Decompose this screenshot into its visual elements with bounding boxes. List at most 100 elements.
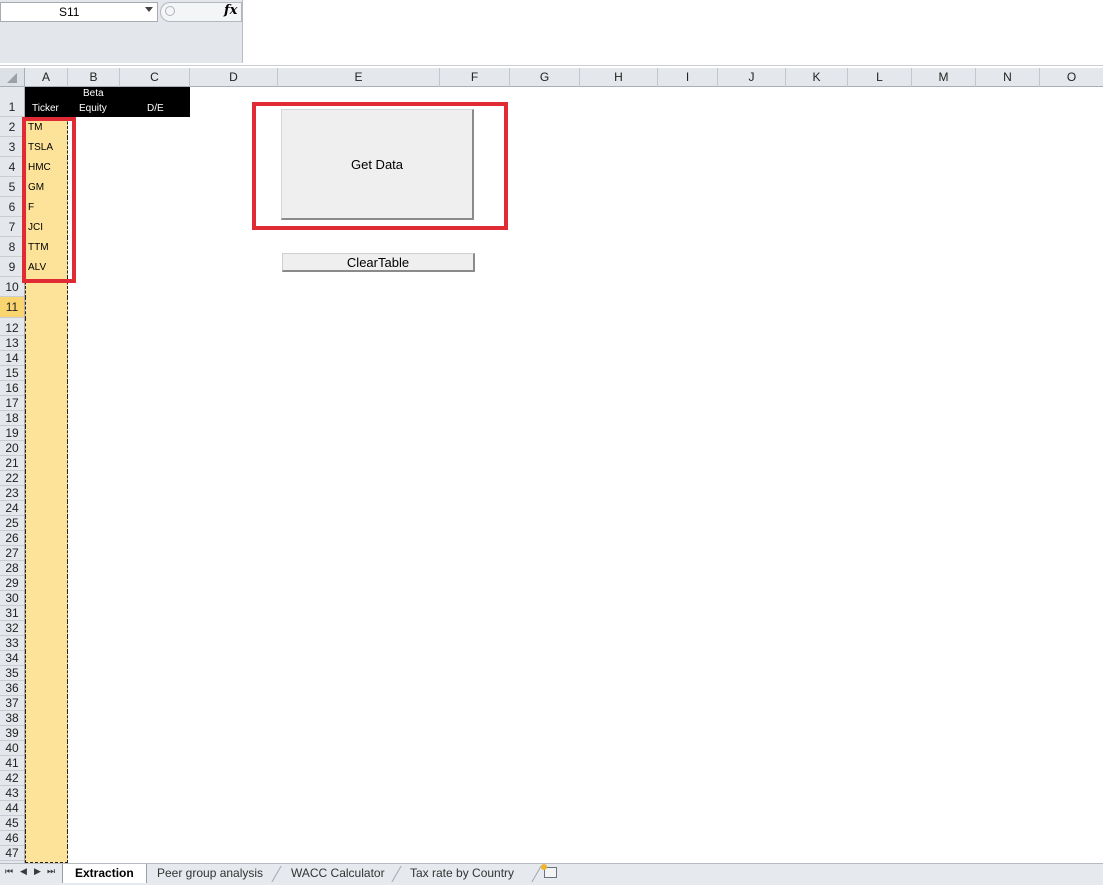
ticker-input-cell[interactable] [25, 411, 68, 427]
row-header[interactable]: 38 [0, 711, 24, 726]
insert-function-icon[interactable]: fx [224, 3, 237, 18]
ticker-input-cell[interactable] [25, 501, 68, 517]
column-header-d[interactable]: D [190, 68, 278, 87]
row-header[interactable]: 23 [0, 486, 24, 501]
row-header[interactable]: 31 [0, 606, 24, 621]
sheet-tab-extraction[interactable]: Extraction [62, 864, 147, 883]
row-header[interactable]: 7 [0, 217, 24, 237]
row-header[interactable]: 4 [0, 157, 24, 177]
row-header[interactable]: 34 [0, 651, 24, 666]
row-header[interactable]: 16 [0, 381, 24, 396]
row-header[interactable]: 12 [0, 318, 24, 336]
chevron-down-icon[interactable] [145, 7, 153, 12]
row-header[interactable]: 30 [0, 591, 24, 606]
row-header[interactable]: 9 [0, 257, 24, 277]
ticker-input-cell[interactable] [25, 621, 68, 637]
ticker-input-cell[interactable] [25, 726, 68, 742]
row-header[interactable]: 42 [0, 771, 24, 786]
ticker-input-cell[interactable] [25, 786, 68, 802]
ticker-input-cell[interactable] [25, 561, 68, 577]
ticker-input-cell[interactable] [25, 456, 68, 472]
expand-handle-icon[interactable] [165, 6, 175, 16]
ticker-input-cell[interactable] [25, 591, 68, 607]
row-header[interactable]: 41 [0, 756, 24, 771]
ticker-input-cell[interactable] [25, 681, 68, 697]
get-data-button[interactable]: Get Data [281, 109, 474, 220]
row-header-active[interactable]: 11 [0, 297, 24, 318]
column-header-c[interactable]: C [120, 68, 190, 87]
row-header[interactable]: 39 [0, 726, 24, 741]
first-sheet-icon[interactable]: ⏮ [5, 866, 13, 877]
ticker-input-cell[interactable] [25, 741, 68, 757]
column-header-a[interactable]: A [25, 68, 68, 87]
ticker-input-cell[interactable] [25, 297, 68, 319]
column-header-m[interactable]: M [912, 68, 976, 87]
ticker-input-cell[interactable] [25, 666, 68, 682]
row-header[interactable]: 33 [0, 636, 24, 651]
ticker-input-cell[interactable] [25, 516, 68, 532]
column-header-e[interactable]: E [278, 68, 440, 87]
row-header[interactable]: 22 [0, 471, 24, 486]
ticker-input-cell[interactable] [25, 546, 68, 562]
row-header[interactable]: 21 [0, 456, 24, 471]
ticker-input-cell[interactable] [25, 696, 68, 712]
ticker-input-cell[interactable] [25, 636, 68, 652]
column-header-g[interactable]: G [510, 68, 580, 87]
column-header-b[interactable]: B [68, 68, 120, 87]
row-header[interactable]: 15 [0, 366, 24, 381]
row-header[interactable]: 37 [0, 696, 24, 711]
column-header-l[interactable]: L [848, 68, 912, 87]
column-header-n[interactable]: N [976, 68, 1040, 87]
row-header[interactable]: 2 [0, 117, 24, 137]
ticker-input-cell[interactable] [25, 441, 68, 457]
ticker-input-cell[interactable] [25, 651, 68, 667]
header-cell-beta-equity[interactable]: Beta Equity [68, 87, 120, 117]
ticker-input-cell[interactable] [25, 351, 68, 367]
row-header[interactable]: 47 [0, 846, 24, 861]
column-header-k[interactable]: K [786, 68, 848, 87]
row-header[interactable]: 44 [0, 801, 24, 816]
formula-input[interactable] [244, 2, 1103, 62]
row-header[interactable]: 5 [0, 177, 24, 197]
row-header[interactable]: 27 [0, 546, 24, 561]
row-header[interactable]: 14 [0, 351, 24, 366]
ticker-input-cell[interactable] [25, 816, 68, 832]
row-header[interactable]: 26 [0, 531, 24, 546]
ticker-input-cell[interactable] [25, 846, 68, 863]
row-header[interactable]: 25 [0, 516, 24, 531]
sheet-tab-wacc-calculator[interactable]: WACC Calculator [279, 864, 397, 883]
clear-table-button[interactable]: ClearTable [282, 253, 475, 272]
column-header-o[interactable]: O [1040, 68, 1103, 87]
row-header[interactable]: 8 [0, 237, 24, 257]
ticker-input-cell[interactable] [25, 576, 68, 592]
column-header-h[interactable]: H [580, 68, 658, 87]
ticker-input-cell[interactable] [25, 396, 68, 412]
ticker-input-cell[interactable] [25, 318, 68, 337]
row-header[interactable]: 35 [0, 666, 24, 681]
ticker-input-cell[interactable] [25, 471, 68, 487]
row-header[interactable]: 46 [0, 831, 24, 846]
name-box[interactable]: S11 [0, 2, 158, 22]
sheet-tab-tax-rate-by-country[interactable]: Tax rate by Country [398, 864, 526, 883]
row-header[interactable]: 36 [0, 681, 24, 696]
column-header-j[interactable]: J [718, 68, 786, 87]
row-header[interactable]: 1 [0, 87, 24, 117]
ticker-input-cell[interactable] [25, 771, 68, 787]
column-header-f[interactable]: F [440, 68, 510, 87]
header-cell-ticker[interactable]: Ticker [25, 87, 68, 117]
ticker-input-cell[interactable] [25, 801, 68, 817]
row-header[interactable]: 28 [0, 561, 24, 576]
row-header[interactable]: 43 [0, 786, 24, 801]
row-header[interactable]: 32 [0, 621, 24, 636]
ticker-input-cell[interactable] [25, 336, 68, 352]
row-header[interactable]: 24 [0, 501, 24, 516]
insert-sheet-icon[interactable] [541, 864, 557, 878]
ticker-input-cell[interactable] [25, 366, 68, 382]
ticker-input-cell[interactable] [25, 606, 68, 622]
sheet-tab-peer-group-analysis[interactable]: Peer group analysis [145, 864, 275, 883]
row-header[interactable]: 40 [0, 741, 24, 756]
ticker-input-cell[interactable] [25, 531, 68, 547]
ticker-input-cell[interactable] [25, 486, 68, 502]
ticker-input-cell[interactable] [25, 426, 68, 442]
prev-sheet-icon[interactable]: ◀ [20, 866, 27, 877]
